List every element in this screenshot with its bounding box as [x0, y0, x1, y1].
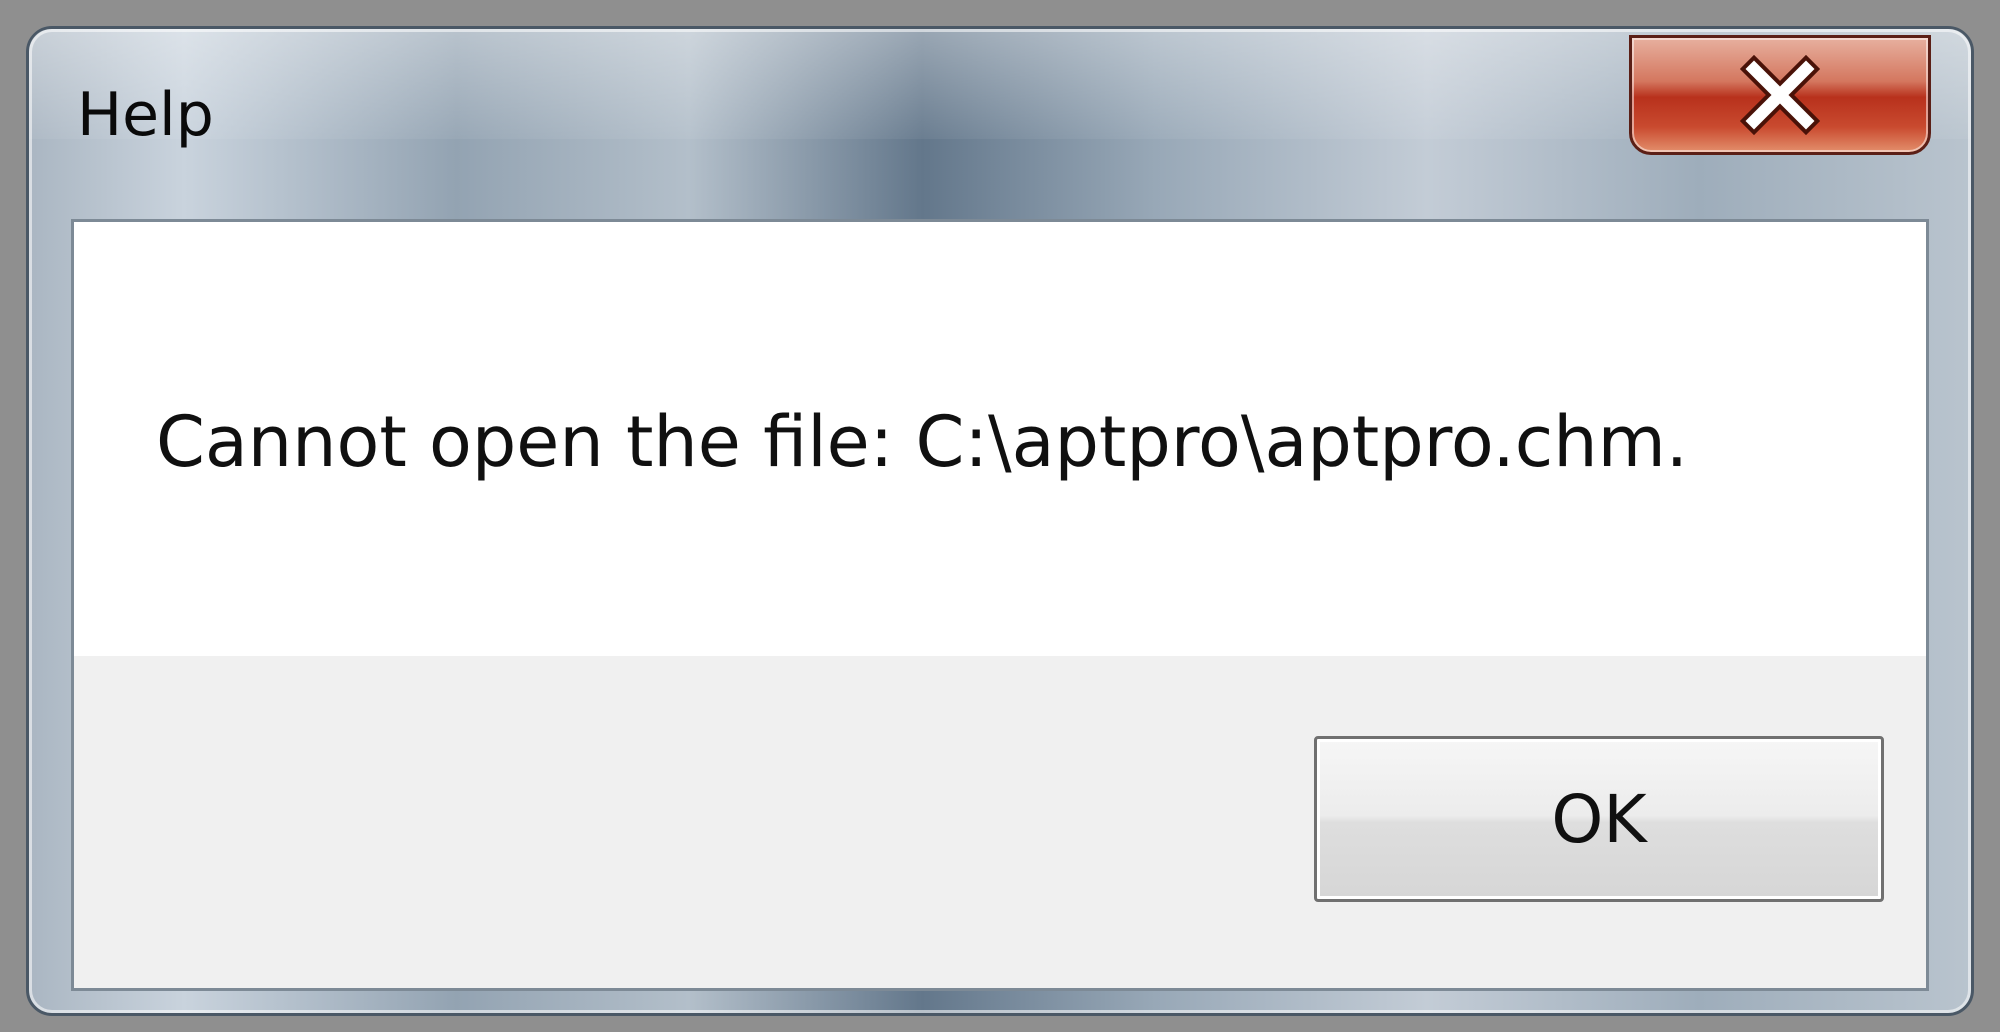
- error-message: Cannot open the file: C:\aptpro\aptpro.c…: [156, 401, 1689, 483]
- help-dialog-window: Help Cannot open the file: C:\aptpro\apt…: [26, 26, 1974, 1016]
- close-button[interactable]: [1629, 35, 1931, 155]
- close-icon: [1740, 55, 1820, 135]
- button-bar: OK: [74, 656, 1926, 988]
- ok-button[interactable]: OK: [1314, 736, 1884, 902]
- dialog-body: Cannot open the file: C:\aptpro\aptpro.c…: [71, 219, 1929, 991]
- window-title: Help: [77, 80, 214, 150]
